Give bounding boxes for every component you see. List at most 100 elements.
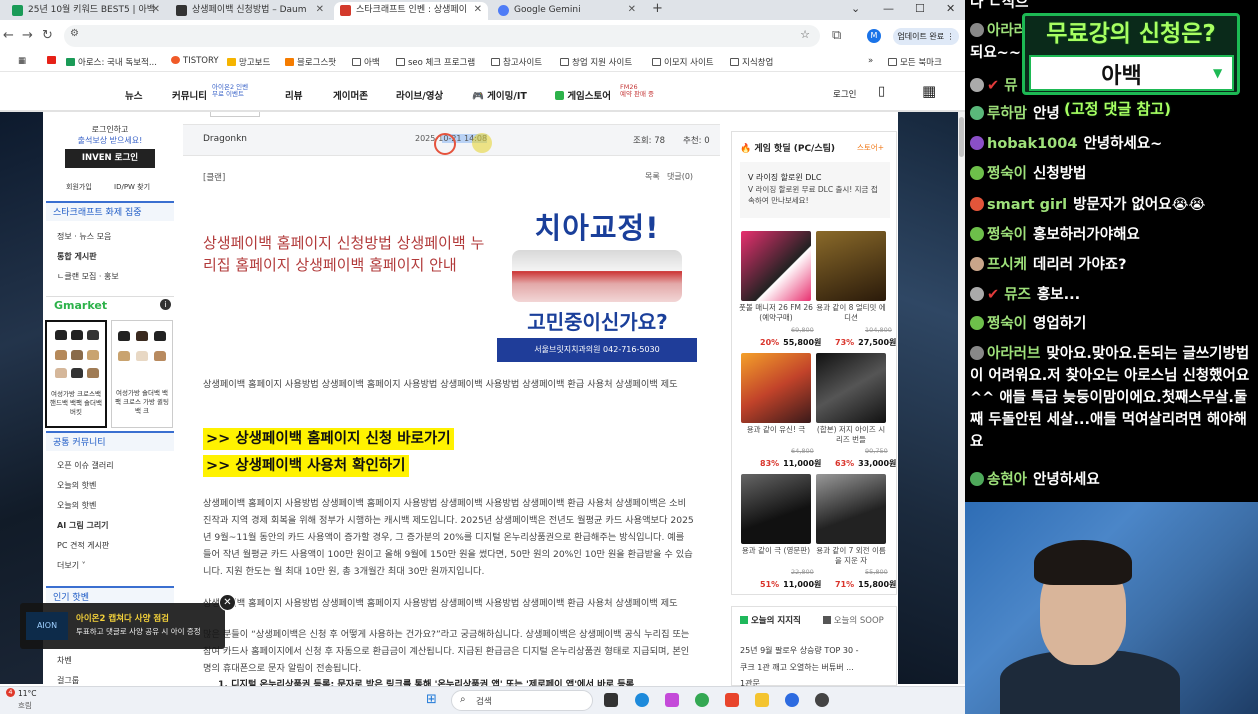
tab-2[interactable]: 상생페이백 신청방법 – Daum ✕: [170, 2, 330, 20]
site-info-icon[interactable]: ⚙: [70, 28, 79, 39]
apps-icon[interactable]: ▦: [18, 56, 26, 66]
store-more-link[interactable]: 스토어+: [857, 142, 884, 153]
sidebar-item[interactable]: 통합 게시판: [57, 251, 97, 262]
find-id-link[interactable]: ID/PW 찾기: [114, 182, 150, 192]
game-cover[interactable]: [741, 231, 811, 301]
grid-menu-icon[interactable]: ▦: [922, 82, 936, 100]
obs-icon[interactable]: [815, 693, 829, 707]
aion-popup[interactable]: AION 아이온2 캡쳐다 사양 점검 투표하고 댓글로 사양 공유 시 아이 …: [20, 594, 236, 649]
nav-gamerzone[interactable]: 게이머존: [333, 88, 368, 102]
close-tab-icon[interactable]: ✕: [474, 2, 482, 18]
bookmark-folder[interactable]: seo 체크 프로그램: [396, 56, 475, 68]
mobile-icon[interactable]: ▯: [878, 84, 885, 99]
scroll-thumb[interactable]: [959, 117, 964, 157]
inven-login-button[interactable]: INVEN 로그인: [65, 149, 155, 168]
sidebar-item[interactable]: 정보 · 뉴스 모음: [57, 231, 111, 242]
sidebar-item[interactable]: 걸그룹: [57, 675, 79, 686]
sidebar-item[interactable]: 오늘의 핫벤: [57, 480, 96, 491]
today-item[interactable]: 25년 9월 팔로우 상승량 TOP 30 -: [740, 645, 895, 656]
post-author[interactable]: Dragonkn: [203, 134, 247, 144]
update-button[interactable]: 업데이트 완료 ⋮: [893, 28, 959, 45]
game-name[interactable]: (합본) 저지 아이즈 시리즈 번들: [814, 425, 888, 445]
sidebar-item[interactable]: 오늘의 핫벤: [57, 500, 96, 511]
hot-deals-header[interactable]: 🔥 게임 핫딜 (PC/스팀): [740, 141, 835, 154]
close-icon[interactable]: ✕: [219, 594, 236, 611]
tab-3-active[interactable]: 스타크래프트 인벤 : 상생페이 ✕: [334, 2, 488, 20]
bookmark-folder[interactable]: 창업 지원 사이트: [560, 56, 632, 68]
file-explorer-icon[interactable]: [755, 693, 769, 707]
nav-login[interactable]: 로그인: [833, 88, 856, 100]
sidebar-item[interactable]: 차벤: [57, 655, 72, 666]
nav-review[interactable]: 리뷰: [285, 88, 302, 102]
nav-store[interactable]: 게임스토어: [555, 88, 611, 102]
bookmark-item[interactable]: 블로그스팟: [285, 56, 336, 68]
bookmark-folder[interactable]: 이모지 사이트: [652, 56, 714, 68]
today-item[interactable]: 쿠크 1관 깨고 오열하는 버튜버 ...: [740, 662, 895, 673]
sidebar-item[interactable]: 더보기 ˅: [57, 560, 86, 571]
chevron-right-icon[interactable]: »: [868, 56, 873, 66]
profile-avatar[interactable]: M: [867, 29, 881, 43]
sidebar-item[interactable]: ㄴ클랜 모집 · 홍보: [57, 271, 119, 282]
minimize-button[interactable]: —: [883, 2, 894, 15]
common-community-header[interactable]: 공통 커뮤니티: [46, 431, 174, 451]
extensions-icon[interactable]: ⧉: [832, 28, 841, 43]
back-icon[interactable]: ←: [3, 28, 14, 43]
tab-search-icon[interactable]: ⌄: [851, 2, 860, 15]
game-cover[interactable]: [741, 353, 811, 423]
list-link[interactable]: 목록: [645, 171, 660, 182]
chrome-icon[interactable]: [695, 693, 709, 707]
bookmark-folder[interactable]: 참고사이트: [491, 56, 542, 68]
nav-news[interactable]: 뉴스: [125, 88, 142, 102]
game-name[interactable]: 용과 같이 극 (영문판): [739, 546, 813, 556]
sidebar-item[interactable]: AI 그림 그리기: [57, 520, 109, 531]
youtube-icon[interactable]: [47, 56, 59, 66]
game-name[interactable]: 풋볼 매니저 26 FM 26 (예약구매): [739, 303, 813, 323]
apply-link[interactable]: >> 상생페이백 홈페이지 신청 바로가기: [203, 428, 454, 450]
game-name[interactable]: 용과 같이 7 외전 이름을 지운 자: [814, 546, 888, 566]
sidebar-item[interactable]: PC 견적 게시판: [57, 540, 109, 551]
bookmark-star-icon[interactable]: ☆: [800, 28, 810, 41]
gmarket-product[interactable]: 여성가방 숄더백 백팩 크로스 가방 퀼팅백 크: [111, 320, 173, 428]
close-tab-icon[interactable]: ✕: [628, 2, 636, 18]
tab-chzzk[interactable]: 오늘의 지지직: [740, 614, 801, 626]
reload-icon[interactable]: ↻: [42, 28, 53, 43]
bookmark-folder[interactable]: 지식창업: [730, 56, 773, 68]
nav-gaming[interactable]: 🎮 게이밍/IT: [472, 88, 527, 102]
app-icon[interactable]: [785, 693, 799, 707]
comment-link[interactable]: 댓글(0): [667, 171, 693, 182]
close-tab-icon[interactable]: ✕: [152, 2, 160, 18]
nav-community[interactable]: 커뮤니티: [172, 88, 207, 102]
close-window-button[interactable]: ✕: [946, 2, 955, 15]
copilot-icon[interactable]: [665, 693, 679, 707]
game-name[interactable]: 용과 같이 유신! 극: [739, 425, 813, 435]
game-name[interactable]: 용과 같이 8 얼티밋 에디션: [814, 303, 888, 323]
tab-soop[interactable]: 오늘의 SOOP: [823, 614, 884, 626]
weather-temp[interactable]: 11°C: [18, 689, 37, 698]
gmarket-product[interactable]: 여성가방 크로스백 핸드백 백팩 숄더백 버킷: [45, 320, 107, 428]
nav-live[interactable]: 라이브/영상: [396, 88, 443, 102]
windows-start-icon[interactable]: ⊞: [426, 692, 437, 707]
maximize-button[interactable]: ☐: [915, 2, 925, 15]
bookmark-folder[interactable]: 아백: [352, 56, 380, 68]
forward-icon[interactable]: →: [22, 28, 33, 43]
starcraft-hot-header[interactable]: 스타크래프트 화제 집중: [46, 201, 174, 221]
close-tab-icon[interactable]: ✕: [316, 2, 324, 18]
app-icon[interactable]: [725, 693, 739, 707]
task-view-icon[interactable]: [604, 693, 618, 707]
new-tab-button[interactable]: +: [652, 1, 663, 16]
tab-4[interactable]: Google Gemini ✕: [492, 2, 642, 20]
all-bookmarks[interactable]: 모든 북마크: [888, 56, 942, 68]
bookmark-item[interactable]: TISTORY: [171, 56, 219, 66]
info-icon[interactable]: i: [160, 299, 171, 310]
taskbar-search[interactable]: ⌕ 검색: [451, 690, 593, 711]
address-bar[interactable]: ⚙ ☆: [64, 25, 820, 47]
sidebar-item[interactable]: 오픈 이슈 갤러리: [57, 460, 114, 471]
bookmark-item[interactable]: 망고보드: [227, 56, 270, 68]
game-cover[interactable]: [816, 353, 886, 423]
bookmark-item[interactable]: 아로스: 국내 독보적...: [66, 56, 157, 68]
game-cover[interactable]: [741, 474, 811, 544]
game-cover[interactable]: [816, 231, 886, 301]
edge-icon[interactable]: [635, 693, 649, 707]
signup-link[interactable]: 회원가입: [66, 182, 92, 192]
game-cover[interactable]: [816, 474, 886, 544]
